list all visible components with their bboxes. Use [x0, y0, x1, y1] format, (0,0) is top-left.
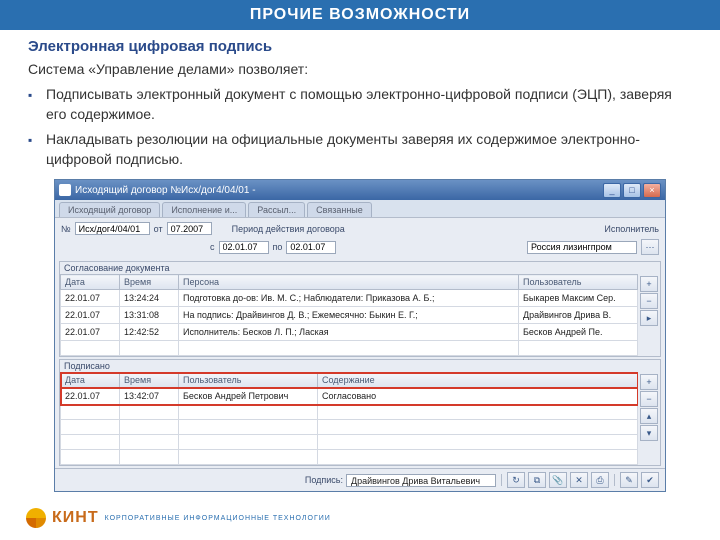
- maximize-button[interactable]: □: [623, 183, 641, 198]
- col-person[interactable]: Персона: [179, 275, 519, 290]
- slide-header: ПРОЧИЕ ВОЗМОЖНОСТИ: [0, 0, 720, 30]
- s-input[interactable]: [219, 241, 269, 254]
- logo-subtitle: КОРПОРАТИВНЫЕ ИНФОРМАЦИОННЫЕ ТЕХНОЛОГИИ: [105, 515, 331, 522]
- grid1-side-buttons: + − ▸: [638, 274, 660, 356]
- table-row: [61, 420, 638, 435]
- num-input[interactable]: [75, 222, 150, 235]
- table-row[interactable]: 22.01.0712:42:52Исполнитель: Бесков Л. П…: [61, 324, 638, 341]
- isp-label: Исполнитель: [604, 224, 659, 234]
- remove-button[interactable]: −: [640, 391, 658, 407]
- window-title: Исходящий договор №Исх/дог4/04/01 -: [75, 185, 603, 196]
- table-row: [61, 450, 638, 465]
- table-row[interactable]: 22.01.0713:42:07Бесков Андрей ПетровичСо…: [61, 388, 638, 405]
- add-button[interactable]: +: [640, 276, 658, 292]
- table-row: [61, 341, 638, 356]
- up-button[interactable]: ▴: [640, 408, 658, 424]
- col-date[interactable]: Дата: [61, 373, 120, 388]
- approval-grid: Дата Время Персона Пользователь 22.01.07…: [60, 274, 638, 356]
- col-time[interactable]: Время: [120, 275, 179, 290]
- col-content[interactable]: Содержание: [318, 373, 638, 388]
- slide-subtitle: Электронная цифровая подпись: [28, 38, 692, 55]
- status-label: Подпись:: [305, 475, 343, 485]
- tool-refresh-icon[interactable]: ↻: [507, 472, 525, 488]
- po-input[interactable]: [286, 241, 336, 254]
- col-user[interactable]: Пользователь: [519, 275, 638, 290]
- window-icon: [59, 184, 71, 196]
- bullet-item: Накладывать резолюции на официальные док…: [28, 130, 692, 169]
- form-row: № от Период действия договора Исполнител…: [55, 218, 665, 239]
- table-row[interactable]: 22.01.0713:31:08На подпись: Драйвингов Д…: [61, 307, 638, 324]
- tab-exec[interactable]: Исполнение и...: [162, 202, 246, 217]
- table-row: [61, 405, 638, 420]
- ot-input[interactable]: [167, 222, 212, 235]
- tab-doc[interactable]: Исходящий договор: [59, 202, 160, 217]
- tool-attach-icon[interactable]: 📎: [549, 472, 567, 488]
- ot-label: от: [154, 224, 163, 234]
- s-label: с: [210, 242, 215, 252]
- approval-box: Согласование документа Дата Время Персон…: [59, 261, 661, 357]
- isp-lookup-button[interactable]: ⋯: [641, 239, 659, 255]
- tool-config-icon[interactable]: ✕: [570, 472, 588, 488]
- edit-button[interactable]: ▸: [640, 310, 658, 326]
- down-button[interactable]: ▾: [640, 425, 658, 441]
- tool-copy-icon[interactable]: ⧉: [528, 472, 546, 488]
- slide-body: Электронная цифровая подпись Система «Уп…: [0, 30, 720, 498]
- bullet-list: Подписывать электронный документ с помощ…: [28, 85, 692, 169]
- col-user[interactable]: Пользователь: [179, 373, 318, 388]
- signed-title: Подписано: [60, 360, 660, 372]
- table-row: [61, 435, 638, 450]
- logo-icon: [26, 508, 46, 528]
- titlebar: Исходящий договор №Исх/дог4/04/01 - _ □ …: [55, 180, 665, 200]
- col-time[interactable]: Время: [120, 373, 179, 388]
- remove-button[interactable]: −: [640, 293, 658, 309]
- minimize-button[interactable]: _: [603, 183, 621, 198]
- signed-grid: Дата Время Пользователь Содержание 22.01…: [60, 372, 638, 465]
- tool-sign-icon[interactable]: ✎: [620, 472, 638, 488]
- signature-field[interactable]: Драйвингов Дрива Витальевич: [346, 474, 496, 487]
- footer-logo: КИНТ КОРПОРАТИВНЫЕ ИНФОРМАЦИОННЫЕ ТЕХНОЛ…: [0, 498, 720, 534]
- tab-send[interactable]: Рассыл...: [248, 202, 305, 217]
- approval-title: Согласование документа: [60, 262, 660, 274]
- add-button[interactable]: +: [640, 374, 658, 390]
- tab-bar: Исходящий договор Исполнение и... Рассыл…: [55, 200, 665, 218]
- statusbar: Подпись: Драйвингов Дрива Витальевич ↻ ⧉…: [55, 468, 665, 491]
- tool-check-icon[interactable]: ✔: [641, 472, 659, 488]
- table-row[interactable]: 22.01.0713:24:24Подготовка до-ов: Ив. М.…: [61, 290, 638, 307]
- tool-print-icon[interactable]: ⎙: [591, 472, 609, 488]
- app-window: Исходящий договор №Исх/дог4/04/01 - _ □ …: [54, 179, 666, 492]
- col-date[interactable]: Дата: [61, 275, 120, 290]
- isp-input[interactable]: [527, 241, 637, 254]
- num-label: №: [61, 224, 71, 234]
- bullet-item: Подписывать электронный документ с помощ…: [28, 85, 692, 124]
- close-button[interactable]: ×: [643, 183, 661, 198]
- grid2-side-buttons: + − ▴ ▾: [638, 372, 660, 465]
- signed-box: Подписано Дата Время Пользователь Содерж…: [59, 359, 661, 466]
- logo-text: КИНТ: [52, 509, 99, 527]
- slide-intro: Система «Управление делами» позволяет:: [28, 61, 692, 77]
- period-label: Период действия договора: [232, 224, 345, 234]
- form-row-2: с по ⋯: [55, 239, 665, 259]
- po-label: по: [273, 242, 283, 252]
- tab-linked[interactable]: Связанные: [307, 202, 372, 217]
